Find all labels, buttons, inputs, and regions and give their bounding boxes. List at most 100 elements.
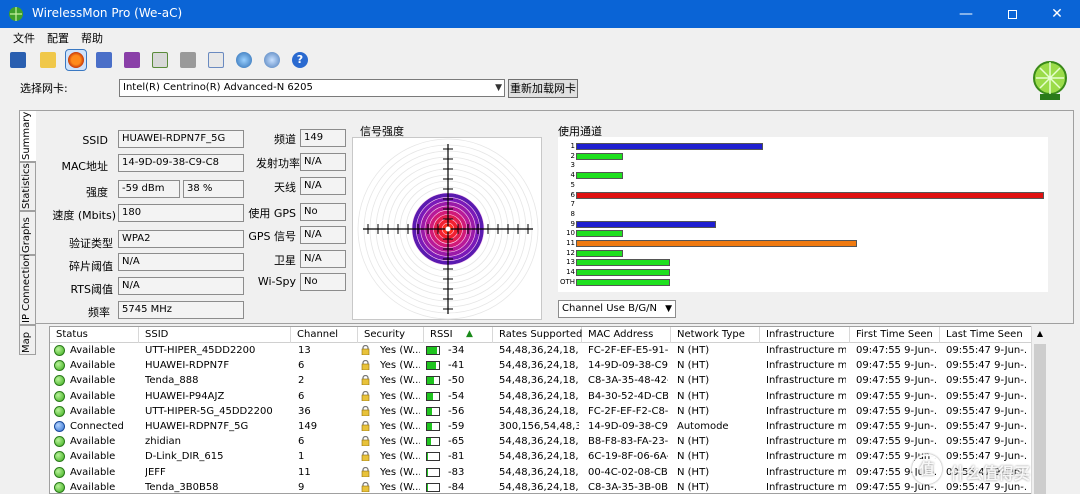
tab-statistics[interactable]: Statistics — [19, 162, 36, 211]
cell-channel: 6 — [298, 390, 305, 402]
cell-last: 09:55:47 9-Jun-... — [946, 345, 1028, 356]
tx-power-label: 发射功率 — [256, 157, 300, 170]
col-network-type[interactable]: Network Type — [671, 327, 760, 343]
cell-rssi: -41 — [448, 360, 465, 372]
close-button[interactable]: ✕ — [1034, 0, 1080, 28]
cell-mac: B8-F8-83-FA-23-... — [588, 436, 668, 448]
check-button[interactable] — [206, 50, 226, 70]
globe-icon — [236, 52, 252, 68]
mac-label: MAC地址 — [61, 160, 108, 173]
strength-percent-field: 38 % — [183, 180, 244, 198]
table-row[interactable]: Available HUAWEI-P94AJZ 6 Yes (W... -54 54,48… — [50, 389, 1046, 404]
cell-infra: Infrastructure mo... — [766, 360, 846, 372]
table-row[interactable]: Available UTT-HIPER-5G_45DD2200 36 Yes (W..… — [50, 404, 1046, 419]
save-button[interactable] — [8, 50, 28, 70]
reload-adapter-button[interactable]: 重新加载网卡 — [508, 79, 578, 98]
cell-rates: 54,48,36,24,18,... — [499, 375, 579, 387]
print-button[interactable] — [178, 50, 198, 70]
frag-threshold-field: N/A — [118, 253, 244, 271]
menu-file[interactable]: 文件 — [13, 30, 35, 46]
menu-config[interactable]: 配置 — [47, 30, 69, 46]
cell-type: N (HT) — [677, 390, 710, 402]
channel-mode-select[interactable]: Channel Use B/G/N ▼ — [558, 300, 676, 318]
window-title: WirelessMon Pro (We-aC) — [32, 6, 183, 20]
table-row[interactable]: Connected HUAWEI-RDPN7F_5G 149 Yes (W... -59… — [50, 419, 1046, 434]
table-row[interactable]: Available JEFF 11 Yes (W... -83 54,48,36,24,1… — [50, 465, 1046, 480]
cell-ssid: UTT-HIPER-5G_45DD2200 — [145, 405, 273, 417]
rssi-bar — [426, 406, 440, 416]
cell-last: 09:55:47 9-Jun-... — [946, 405, 1028, 417]
rssi-bar — [426, 391, 440, 401]
tab-summary[interactable]: Summary — [19, 110, 36, 162]
col-last-seen[interactable]: Last Time Seen — [940, 327, 1032, 343]
cell-rssi: -81 — [448, 451, 465, 463]
globe-button[interactable] — [234, 50, 254, 70]
channel-bar — [576, 191, 1044, 199]
cell-status: Available — [70, 360, 116, 372]
cell-infra: Infrastructure mo... — [766, 421, 846, 432]
col-infrastructure[interactable]: Infrastructure — [760, 327, 850, 343]
table-row[interactable]: Available Tenda_3B0B58 9 Yes (W... -84 54,48,… — [50, 480, 1046, 493]
network-table: Status SSID Channel Security RSSI ▲ Rates… — [49, 326, 1047, 494]
rssi-bar-fill — [427, 392, 433, 400]
save-icon — [10, 52, 26, 68]
help-globe-icon — [264, 52, 280, 68]
tab-ip-connection[interactable]: IP Connection — [19, 254, 36, 325]
network-button[interactable] — [94, 50, 114, 70]
col-ssid[interactable]: SSID — [139, 327, 291, 343]
maximize-button[interactable] — [989, 0, 1035, 28]
cell-type: N (HT) — [677, 451, 710, 463]
cell-ssid: JEFF — [145, 466, 166, 478]
col-mac[interactable]: MAC Address — [582, 327, 671, 343]
lock-icon — [361, 421, 370, 431]
col-first-seen[interactable]: First Time Seen — [850, 327, 940, 343]
lock-icon — [361, 360, 370, 371]
rssi-bar — [426, 376, 440, 386]
cell-first: 09:47:55 9-Jun-... — [856, 436, 938, 448]
export-icon — [152, 52, 168, 68]
col-status[interactable]: Status — [50, 327, 139, 343]
cell-channel: 6 — [298, 360, 305, 372]
rssi-bar-fill — [427, 483, 428, 491]
rssi-bar — [426, 452, 440, 462]
rssi-bar-fill — [427, 347, 438, 354]
table-row[interactable]: Available HUAWEI-RDPN7F 6 Yes (W... -41 54,48… — [50, 358, 1046, 373]
table-row[interactable]: Available UTT-HIPER_45DD2200 13 Yes (W... -3… — [50, 343, 1046, 358]
help-globe-button[interactable] — [262, 50, 282, 70]
strength-label: 强度 — [86, 186, 108, 199]
app-globe-icon — [9, 7, 23, 21]
strength-dbm-field: -59 dBm — [118, 180, 180, 198]
print-icon — [180, 52, 196, 68]
network-add-button[interactable] — [122, 50, 142, 70]
cell-type: N (HT) — [677, 360, 710, 372]
col-channel[interactable]: Channel — [291, 327, 358, 343]
open-button[interactable] — [38, 50, 58, 70]
rssi-bar-fill — [427, 453, 429, 461]
adapter-select[interactable]: Intel(R) Centrino(R) Advanced-N 6205 ▼ — [119, 79, 505, 97]
cell-first: 09:47:55 9-Jun-... — [856, 421, 938, 432]
chevron-down-icon: ▼ — [665, 304, 672, 314]
tab-graphs[interactable]: Graphs — [19, 211, 36, 255]
table-row[interactable]: Available zhidian 6 Yes (W... -65 54,48,36,24… — [50, 434, 1046, 449]
col-security[interactable]: Security — [358, 327, 424, 343]
table-row[interactable]: Available Tenda_888 2 Yes (W... -50 54,48,36,… — [50, 373, 1046, 388]
scroll-up-icon[interactable]: ▲ — [1032, 326, 1048, 342]
record-button[interactable] — [65, 49, 87, 71]
help-button[interactable]: ? — [290, 50, 310, 70]
channel-tick-label: 3 — [570, 161, 575, 170]
table-row[interactable]: Available D-Link_DIR_615 1 Yes (W... -81 54,4… — [50, 449, 1046, 464]
channel-tick-label: 5 — [570, 180, 575, 189]
channel-label: 频道 — [274, 133, 296, 146]
channel-bar — [576, 230, 623, 238]
maximize-icon — [1007, 9, 1017, 19]
cell-rssi: -59 — [448, 421, 465, 432]
menu-help[interactable]: 帮助 — [81, 30, 103, 46]
col-rates[interactable]: Rates Supported — [493, 327, 582, 343]
tab-map[interactable]: Map — [19, 325, 36, 355]
cell-security: Yes (W... — [380, 481, 420, 493]
speed-field: 180 — [118, 204, 244, 222]
rssi-bar — [426, 482, 440, 492]
minimize-button[interactable]: — — [943, 0, 989, 28]
col-rssi[interactable]: RSSI ▲ — [424, 327, 493, 343]
export-button[interactable] — [150, 50, 170, 70]
